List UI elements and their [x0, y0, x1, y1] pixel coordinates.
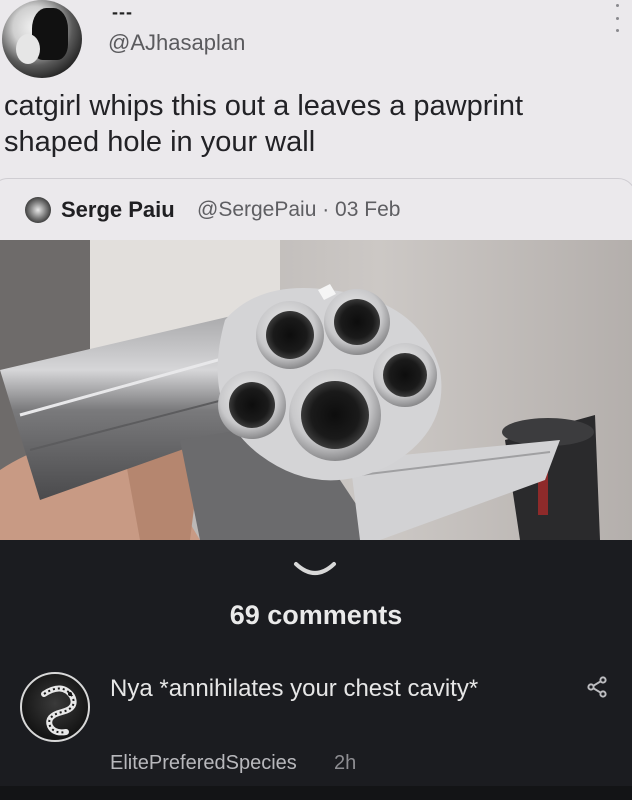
commenter-avatar[interactable]	[20, 672, 90, 742]
quoted-user-avatar[interactable]	[25, 197, 51, 223]
display-name[interactable]: ---	[112, 2, 133, 23]
chevron-down-icon[interactable]	[292, 560, 338, 582]
bottom-bar	[0, 786, 632, 800]
user-handle[interactable]: @AJhasaplan	[108, 30, 245, 56]
comment-text: Nya *annihilates your chest cavity*	[110, 675, 479, 702]
avatar-figure-highlight	[16, 34, 40, 64]
comments-section: 69 comments Nya *annihilates your chest …	[0, 540, 632, 800]
snake-avatar-image	[41, 685, 77, 736]
tweet-card[interactable]: --- @AJhasaplan catgirl whips this out a…	[0, 0, 632, 558]
user-avatar[interactable]	[2, 0, 82, 78]
comment-timestamp: 2h	[334, 752, 357, 774]
shotgun-photo	[0, 240, 632, 540]
comments-count[interactable]: 69 comments	[0, 600, 632, 631]
screenshot-frame: --- @AJhasaplan catgirl whips this out a…	[0, 0, 632, 800]
more-vertical-icon[interactable]	[612, 4, 622, 32]
comment-author[interactable]: ElitePreferedSpecies	[110, 752, 297, 775]
tweet-text: catgirl whips this out a leaves a pawpri…	[4, 90, 524, 158]
quoted-tweet-image[interactable]	[0, 240, 632, 540]
share-icon[interactable]	[586, 676, 608, 698]
quoted-user-name[interactable]: Serge Paiu	[61, 197, 175, 223]
quoted-user-meta: @SergePaiu · 03 Feb	[197, 198, 401, 221]
